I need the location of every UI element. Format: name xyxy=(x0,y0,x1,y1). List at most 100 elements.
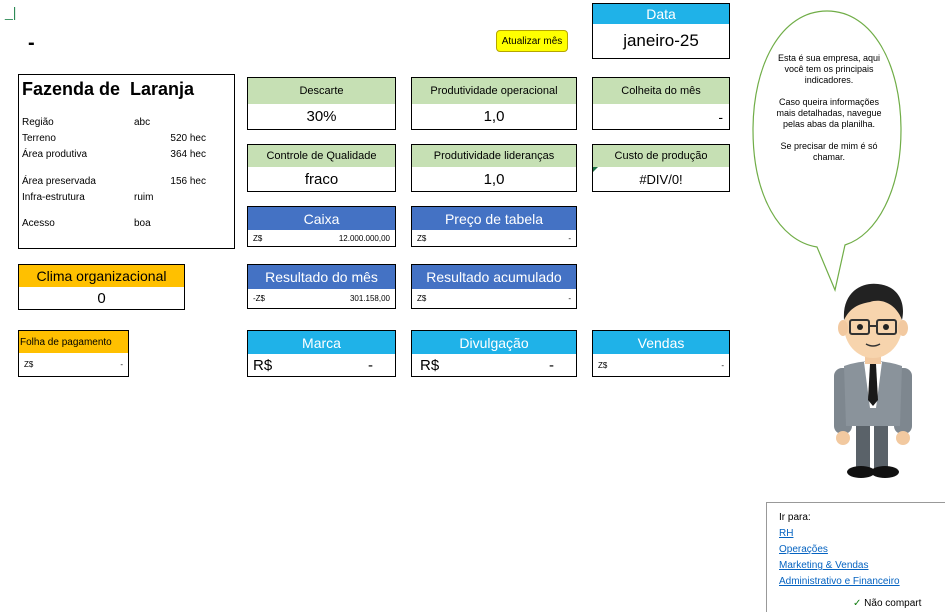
cell-cursor-marker: _| xyxy=(5,4,17,20)
kpi-custo-label: Custo de produção xyxy=(593,145,729,167)
error-indicator-icon xyxy=(593,167,598,172)
kpi-colheita-label: Colheita do mês xyxy=(593,78,729,104)
preco-currency: Z$ xyxy=(417,233,427,243)
resultado-acum-currency: Z$ xyxy=(417,294,427,303)
farm-row-value: boa xyxy=(134,218,151,229)
nav-link-operacoes[interactable]: Operações xyxy=(779,544,828,555)
caixa-value: 12.000.000,00 xyxy=(338,233,390,243)
preco-label: Preço de tabela xyxy=(412,207,576,230)
resultado-mes-currency: -Z$ xyxy=(253,294,265,303)
farm-row-value: 156 hec xyxy=(170,176,206,187)
farm-row-label: Infra-estrutura xyxy=(22,192,85,203)
preco-card: Preço de tabela Z$ - xyxy=(411,206,577,247)
speech-paragraph-3: Se precisar de mim é só chamar. xyxy=(780,141,878,162)
farm-row: Acesso boa xyxy=(22,218,222,229)
farm-row-label: Área preservada xyxy=(22,176,96,187)
farm-row-label: Área produtiva xyxy=(22,149,88,160)
speech-paragraph-1: Esta é sua empresa, aqui você tem os pri… xyxy=(777,53,881,85)
check-icon: ✓ xyxy=(853,598,862,609)
speech-paragraph-2: Caso queira informações mais detalhadas,… xyxy=(776,97,882,129)
top-dash: - xyxy=(28,32,35,54)
farm-row-label: Acesso xyxy=(22,218,55,229)
kpi-descarte-label: Descarte xyxy=(248,78,395,104)
caixa-label: Caixa xyxy=(248,207,395,230)
farm-row-label: Terreno xyxy=(22,133,56,144)
divulgacao-value-row[interactable]: R$ - xyxy=(412,354,576,376)
resultado-acum-value: - xyxy=(568,294,571,303)
farm-title: Fazenda de Laranja xyxy=(22,79,195,99)
payroll-currency: Z$ xyxy=(24,360,34,369)
nav-link-financeiro[interactable]: Administrativo e Financeiro xyxy=(779,576,900,587)
climate-card: Clima organizacional 0 xyxy=(18,264,185,310)
date-card: Data janeiro-25 xyxy=(592,3,730,59)
resultado-acum-card: Resultado acumulado Z$ - xyxy=(411,264,577,309)
farm-row: Região abc xyxy=(22,117,222,128)
farm-row-value: abc xyxy=(134,117,151,128)
kpi-colheita-value[interactable]: - xyxy=(593,104,729,129)
climate-label: Clima organizacional xyxy=(19,265,184,287)
farm-row: Área produtiva 364 hec xyxy=(22,149,222,160)
marca-value-row[interactable]: R$ - xyxy=(248,354,395,376)
resultado-mes-card: Resultado do mês -Z$ 301.158,00 xyxy=(247,264,396,309)
kpi-prod-liderancas-value[interactable]: 1,0 xyxy=(412,167,576,191)
climate-value[interactable]: 0 xyxy=(19,287,184,309)
preco-value: - xyxy=(568,233,571,243)
kpi-descarte: Descarte 30% xyxy=(247,77,396,130)
farm-row: Terreno 520 hec xyxy=(22,133,222,144)
update-month-button[interactable]: Atualizar mês xyxy=(496,30,568,52)
payroll-value-row[interactable]: Z$ - xyxy=(19,353,128,376)
vendas-card: Vendas Z$ - xyxy=(592,330,730,377)
farm-row: Área preservada 156 hec xyxy=(22,176,222,187)
resultado-mes-label: Resultado do mês xyxy=(248,265,395,289)
farm-card: Fazenda de Laranja Região abc Terreno 52… xyxy=(18,74,235,249)
payroll-label: Folha de pagamento xyxy=(19,331,128,353)
nav-title: Ir para: xyxy=(779,512,811,523)
divulgacao-currency: R$ xyxy=(420,356,440,374)
divulgacao-card: Divulgação R$ - xyxy=(411,330,577,377)
kpi-custo-value[interactable]: #DIV/0! xyxy=(593,167,729,191)
navigation-panel: Ir para: RH Operações Marketing & Vendas… xyxy=(766,502,945,612)
preco-value-row[interactable]: Z$ - xyxy=(412,230,576,246)
marca-card: Marca R$ - xyxy=(247,330,396,377)
nav-link-marketing[interactable]: Marketing & Vendas xyxy=(779,560,869,571)
kpi-colheita: Colheita do mês - xyxy=(592,77,730,130)
resultado-mes-value-row[interactable]: -Z$ 301.158,00 xyxy=(248,289,395,308)
resultado-acum-label: Resultado acumulado xyxy=(412,265,576,289)
farm-row-value: ruim xyxy=(134,192,154,203)
date-label: Data xyxy=(593,4,729,24)
speech-text: Esta é sua empresa, aqui você tem os pri… xyxy=(770,53,888,163)
date-value[interactable]: janeiro-25 xyxy=(593,24,729,58)
nav-link-rh[interactable]: RH xyxy=(779,528,793,539)
vendas-currency: Z$ xyxy=(598,360,608,370)
farm-row: Infra-estrutura ruim xyxy=(22,192,222,203)
marca-value: - xyxy=(368,356,373,374)
resultado-acum-value-row[interactable]: Z$ - xyxy=(412,289,576,308)
share-status: ✓ Não compart xyxy=(853,598,921,609)
vendas-label: Vendas xyxy=(593,331,729,354)
kpi-custo: Custo de produção #DIV/0! xyxy=(592,144,730,192)
share-status-text: Não compart xyxy=(864,598,922,609)
farm-row-value: 520 hec xyxy=(170,133,206,144)
resultado-mes-value: 301.158,00 xyxy=(349,294,390,303)
businessman-avatar-icon xyxy=(834,283,912,478)
marca-currency: R$ xyxy=(253,356,273,374)
kpi-prod-operacional-value[interactable]: 1,0 xyxy=(412,104,576,129)
caixa-value-row[interactable]: Z$ 12.000.000,00 xyxy=(248,230,395,246)
kpi-controle-label: Controle de Qualidade xyxy=(248,145,395,167)
kpi-controle-value[interactable]: fraco xyxy=(248,167,395,191)
kpi-prod-operacional-label: Produtividade operacional xyxy=(412,78,576,104)
vendas-value-row[interactable]: Z$ - xyxy=(593,354,729,376)
caixa-currency: Z$ xyxy=(253,233,263,243)
vendas-value: - xyxy=(721,360,724,370)
kpi-prod-liderancas-label: Produtividade lideranças xyxy=(412,145,576,167)
payroll-card: Folha de pagamento Z$ - xyxy=(18,330,129,377)
marca-label: Marca xyxy=(248,331,395,354)
kpi-prod-operacional: Produtividade operacional 1,0 xyxy=(411,77,577,130)
farm-row-label: Região xyxy=(22,117,54,128)
caixa-card: Caixa Z$ 12.000.000,00 xyxy=(247,206,396,247)
divulgacao-value: - xyxy=(549,356,554,374)
farm-row-value: 364 hec xyxy=(170,149,206,160)
kpi-prod-liderancas: Produtividade lideranças 1,0 xyxy=(411,144,577,192)
payroll-value: - xyxy=(120,360,123,369)
kpi-descarte-value[interactable]: 30% xyxy=(248,104,395,129)
